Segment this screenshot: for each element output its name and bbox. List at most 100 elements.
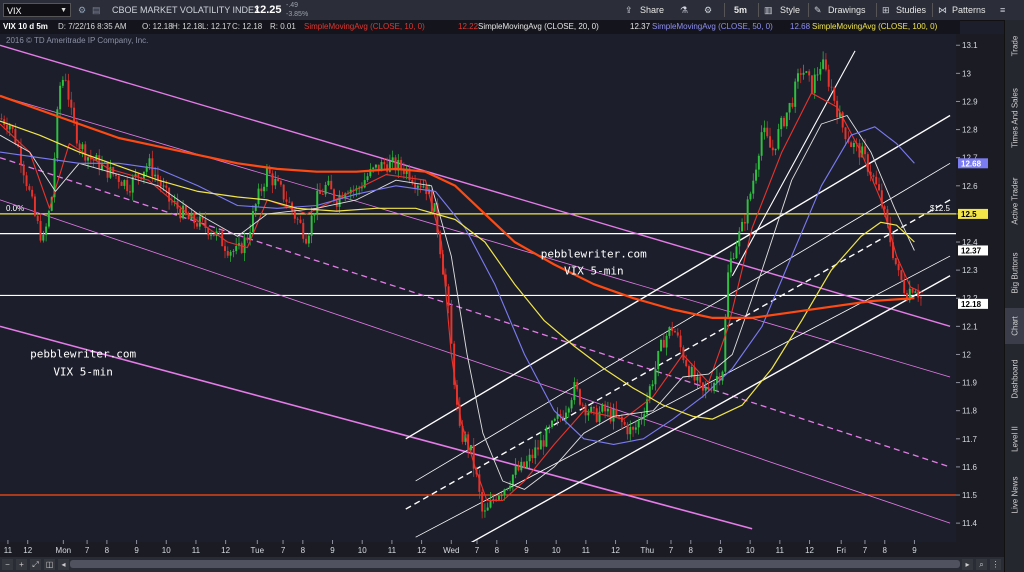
candle-body — [632, 427, 635, 430]
toolbar-divider — [758, 3, 759, 17]
candle-body — [486, 507, 489, 511]
candle-body — [573, 382, 576, 401]
candle-body — [662, 339, 665, 348]
toolbar-divider — [808, 3, 809, 17]
candle-body — [796, 73, 799, 82]
share-button[interactable]: Share — [640, 0, 664, 20]
y-tick-label: 12.1 — [962, 322, 978, 331]
candle-body — [601, 404, 604, 412]
candle-body — [81, 144, 84, 150]
flask-icon[interactable]: ⚗ — [680, 0, 688, 20]
candle-body — [305, 238, 308, 244]
tab-times-and-sales[interactable]: Times And Sales — [1005, 72, 1024, 164]
candle-body — [226, 250, 229, 256]
candle-body — [783, 117, 785, 127]
y-tick-label: 12.9 — [962, 97, 978, 106]
scroll-right-icon[interactable]: ▸ — [962, 559, 973, 570]
flag-icon[interactable]: ▤ — [92, 0, 101, 20]
candle-body — [699, 376, 702, 383]
candle-body — [822, 59, 825, 69]
x-tick-label: Thu — [640, 546, 654, 555]
candle-body — [894, 258, 897, 265]
chevron-down-icon[interactable]: ▼ — [60, 4, 67, 18]
bar-low: L: 12.17 — [202, 22, 231, 31]
candle-body — [481, 491, 484, 512]
bar-date: D: 7/22/16 8:35 AM — [58, 22, 127, 31]
candle-body — [576, 382, 579, 390]
candle-body — [551, 420, 553, 428]
candle-body — [674, 330, 676, 333]
scroll-left-icon[interactable]: ◂ — [58, 559, 69, 570]
fit-icon[interactable]: ◫ — [44, 559, 55, 570]
hamburger-icon[interactable]: ≡ — [1000, 0, 1005, 20]
copyright-notice: 2016 © TD Ameritrade IP Company, Inc. — [6, 36, 149, 45]
candle-body — [911, 288, 914, 293]
candle-body — [78, 143, 81, 150]
candle-body — [528, 454, 531, 462]
symbol-input[interactable]: VIX ▼ — [3, 3, 71, 17]
interval-button[interactable]: 5m — [734, 0, 747, 20]
price-chart[interactable]: 0.0% $12.5 pebblewriter.comVIX 5-minpebbl… — [0, 34, 1004, 572]
candle-body — [827, 69, 830, 87]
tab-big-buttons[interactable]: Big Buttons — [1005, 238, 1024, 308]
y-tick-label: 11.8 — [962, 407, 978, 416]
candle-body — [123, 180, 126, 186]
share-icon[interactable]: ⇪ — [625, 0, 633, 20]
candle-body — [260, 188, 263, 192]
candle-body — [763, 127, 766, 133]
candle-body — [274, 178, 277, 186]
zoom-in-icon[interactable]: + — [16, 559, 27, 570]
candle-body — [660, 339, 662, 352]
scroll-thumb[interactable] — [70, 560, 960, 568]
candle-body — [450, 305, 453, 344]
candle-body — [752, 180, 755, 194]
x-tick-label: Tue — [251, 546, 265, 555]
candle-body — [154, 174, 157, 177]
tab-trade[interactable]: Trade — [1005, 20, 1024, 72]
tab-active-trader[interactable]: Active Trader — [1005, 164, 1024, 238]
drawings-menu[interactable]: Drawings — [828, 0, 866, 20]
candle-body — [182, 205, 185, 219]
candle-body — [757, 155, 760, 170]
candle-body — [721, 371, 724, 381]
style-menu[interactable]: Style — [780, 0, 800, 20]
candle-body — [235, 245, 238, 252]
candle-body — [548, 427, 551, 428]
candle-body — [168, 187, 171, 202]
x-tick-label: 12 — [221, 546, 230, 555]
patterns-menu[interactable]: Patterns — [952, 0, 986, 20]
candle-body — [584, 404, 587, 416]
candle-body — [878, 184, 881, 191]
symbol-settings-icon[interactable]: ⚙ — [78, 0, 86, 20]
candle-body — [791, 102, 794, 107]
tab-level-ii[interactable]: Level II — [1005, 414, 1024, 464]
candle-body — [523, 461, 526, 468]
x-tick-label: 8 — [495, 546, 500, 555]
candle-body — [852, 142, 855, 148]
zoom-out-icon[interactable]: − — [2, 559, 13, 570]
candle-body — [8, 125, 11, 130]
candle-body — [257, 188, 260, 205]
candle-body — [693, 366, 696, 381]
price-badge-label: 12.68 — [961, 159, 982, 168]
chart-settings-icon[interactable]: ⋮ — [990, 559, 1001, 570]
candle-body — [629, 427, 632, 435]
time-scrollbar[interactable]: − + ⤢ ◫ ◂ ▸ ⌕ ⋮ — [0, 557, 1004, 572]
candle-body — [567, 408, 570, 413]
bar-range: R: 0.01 — [270, 22, 296, 31]
candle-body — [240, 243, 243, 253]
candle-body — [598, 411, 601, 422]
candle-body — [212, 234, 215, 236]
candle-body — [802, 72, 805, 75]
candle-body — [903, 280, 906, 294]
tab-dashboard[interactable]: Dashboard — [1005, 344, 1024, 414]
x-tick-label: 7 — [281, 546, 286, 555]
magnifier-icon[interactable]: ⌕ — [976, 559, 987, 570]
x-tick-label: 11 — [4, 546, 13, 555]
tab-live-news[interactable]: Live News — [1005, 464, 1024, 526]
tab-chart[interactable]: Chart — [1005, 308, 1024, 344]
chart-symbol-interval: VIX 10 d 5m — [3, 22, 48, 31]
expand-icon[interactable]: ⤢ — [30, 559, 41, 570]
gear-icon[interactable]: ⚙ — [704, 0, 712, 20]
studies-menu[interactable]: Studies — [896, 0, 926, 20]
